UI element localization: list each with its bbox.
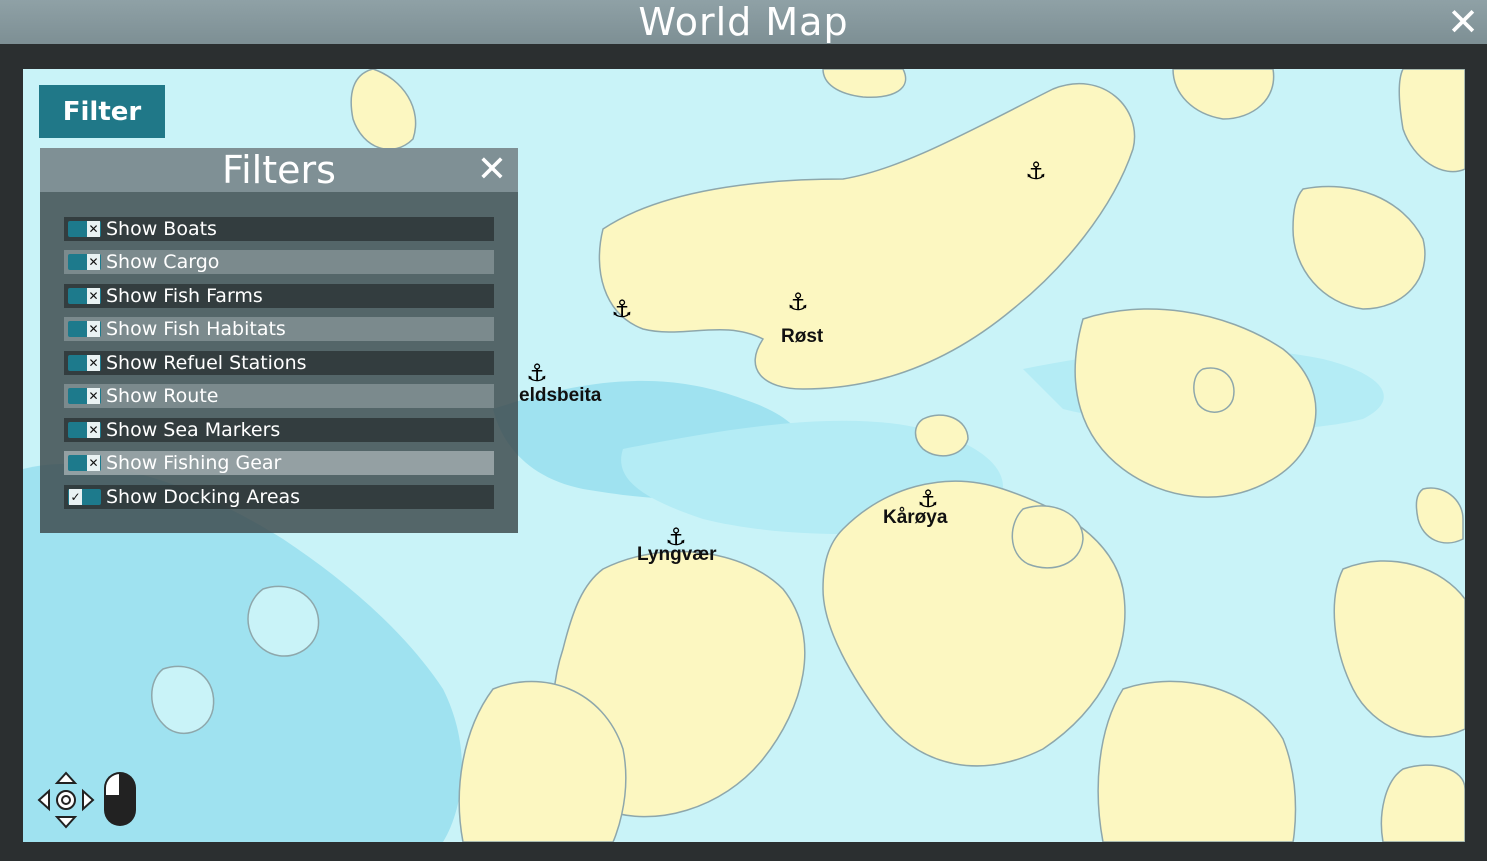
filter-row-show-fish-habitats[interactable]: ✕ Show Fish Habitats	[64, 317, 494, 341]
anchor-icon[interactable]: ⚓	[786, 289, 810, 315]
filter-row-show-boats[interactable]: ✕ Show Boats	[64, 217, 494, 241]
checkbox-toggle[interactable]: ✕	[68, 321, 101, 337]
land-east	[1074, 308, 1317, 498]
land-small-1	[914, 414, 969, 457]
land-east-b	[1292, 185, 1426, 310]
window-titlebar: World Map ✕	[0, 0, 1487, 44]
filter-label: Show Route	[106, 385, 219, 407]
filter-label: Show Fish Habitats	[106, 318, 286, 340]
land-rost	[598, 83, 1136, 390]
unchecked-x-icon: ✕	[87, 288, 100, 304]
checkbox-toggle[interactable]: ✕	[68, 355, 101, 371]
land-south-east	[1097, 680, 1297, 842]
filter-row-show-refuel-stations[interactable]: ✕ Show Refuel Stations	[64, 351, 494, 375]
checkbox-toggle[interactable]: ✕	[68, 388, 101, 404]
filter-row-show-docking-areas[interactable]: ✓ Show Docking Areas	[64, 485, 494, 509]
anchor-icon[interactable]: ⚓	[916, 486, 940, 512]
close-icon[interactable]: ✕	[472, 150, 512, 190]
close-icon[interactable]: ✕	[1443, 2, 1483, 42]
land-small-3	[1415, 487, 1464, 544]
checkbox-toggle[interactable]: ✓	[68, 489, 101, 505]
filter-label: Show Sea Markers	[106, 419, 281, 441]
anchor-icon[interactable]: ⚓	[610, 296, 634, 322]
place-label-rost: Røst	[781, 326, 824, 347]
land-north-d	[1398, 69, 1465, 173]
filter-row-show-route[interactable]: ✕ Show Route	[64, 384, 494, 408]
anchor-icon[interactable]: ⚓	[664, 524, 688, 550]
filter-label: Show Boats	[106, 218, 217, 240]
filters-panel-header: Filters ✕	[40, 148, 518, 192]
anchor-icon[interactable]: ⚓	[525, 360, 549, 386]
checkbox-toggle[interactable]: ✕	[68, 455, 101, 471]
land-west-islet	[247, 585, 320, 657]
unchecked-x-icon: ✕	[87, 455, 100, 471]
filter-row-show-cargo[interactable]: ✕ Show Cargo	[64, 250, 494, 274]
land-southeast-far	[1333, 560, 1465, 738]
filter-label: Show Docking Areas	[106, 486, 301, 508]
unchecked-x-icon: ✕	[87, 254, 100, 270]
filter-label: Show Fish Farms	[106, 285, 263, 307]
filter-label: Show Cargo	[106, 251, 220, 273]
land-small-2	[1193, 367, 1235, 413]
unchecked-x-icon: ✕	[87, 355, 100, 371]
checkbox-toggle[interactable]: ✕	[68, 422, 101, 438]
checkbox-toggle[interactable]: ✕	[68, 254, 101, 270]
unchecked-x-icon: ✕	[87, 422, 100, 438]
place-label-eldsbeita: eldsbeita	[519, 385, 602, 406]
anchor-icon[interactable]: ⚓	[1024, 158, 1048, 184]
window-title: World Map	[638, 0, 849, 44]
filter-label: Show Fishing Gear	[106, 452, 282, 474]
filters-panel-title: Filters	[222, 148, 336, 192]
pan-arrows-icon	[37, 771, 95, 829]
filter-row-show-sea-markers[interactable]: ✕ Show Sea Markers	[64, 418, 494, 442]
land-bottom-right	[1380, 764, 1465, 842]
unchecked-x-icon: ✕	[87, 221, 100, 237]
filter-button[interactable]: Filter	[39, 85, 165, 138]
filters-panel: Filters ✕ ✕ Show Boats ✕ Show Cargo ✕ Sh…	[40, 148, 518, 533]
checkbox-toggle[interactable]: ✕	[68, 221, 101, 237]
unchecked-x-icon: ✕	[87, 321, 100, 337]
checkbox-toggle[interactable]: ✕	[68, 288, 101, 304]
land-north-c	[1172, 69, 1275, 120]
land-north-a	[350, 69, 417, 150]
checkmark-icon: ✓	[69, 489, 82, 505]
filter-label: Show Refuel Stations	[106, 352, 307, 374]
land-mid-islet	[1011, 505, 1084, 569]
filter-row-show-fishing-gear[interactable]: ✕ Show Fishing Gear	[64, 451, 494, 475]
unchecked-x-icon: ✕	[87, 388, 100, 404]
filter-row-show-fish-farms[interactable]: ✕ Show Fish Farms	[64, 284, 494, 308]
land-north-b	[822, 69, 907, 98]
mouse-icon	[104, 772, 136, 826]
